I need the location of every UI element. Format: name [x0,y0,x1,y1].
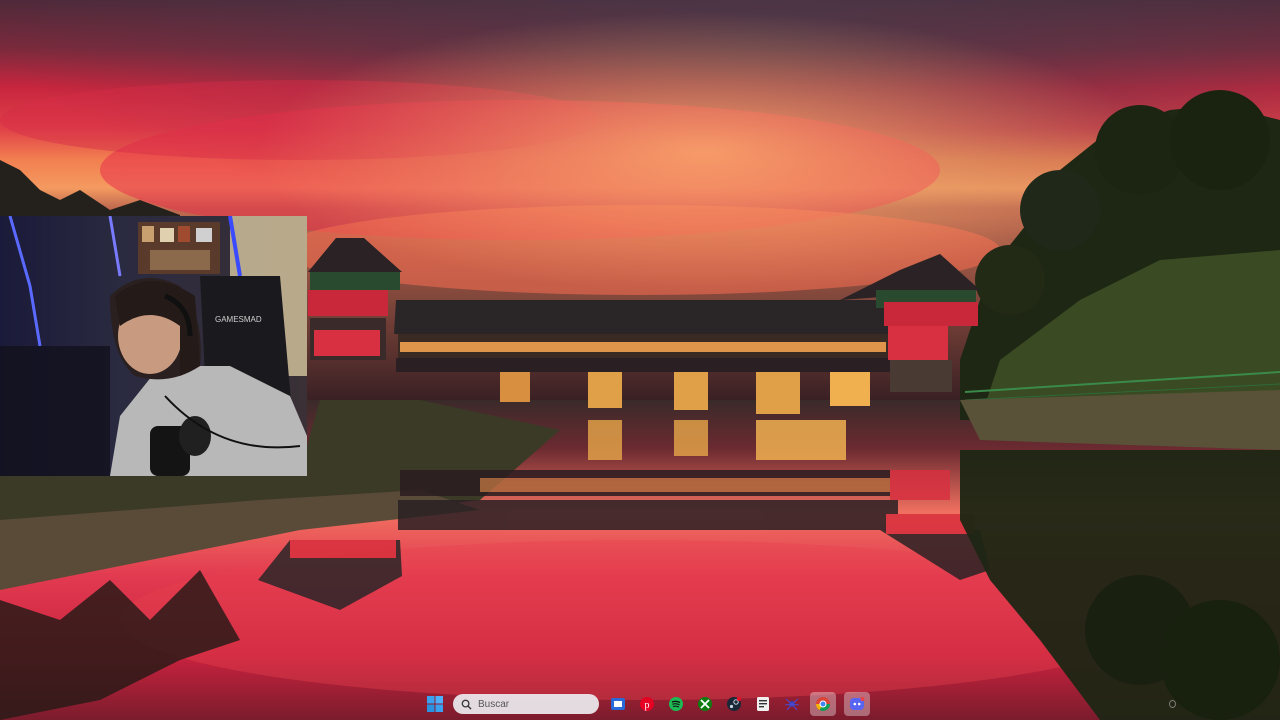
svg-text:GAMESMAD: GAMESMAD [215,315,262,324]
start-button[interactable] [424,694,445,715]
search-placeholder: Buscar [478,698,510,710]
taskbar-app-steam[interactable] [723,694,744,715]
search-input[interactable]: Buscar [453,694,599,714]
pinterest-icon: p [639,697,654,711]
xbox-icon [697,697,712,711]
file-explorer-icon [610,698,625,710]
webcam-overlay: GAMESMAD [0,216,307,476]
taskbar: Buscar p [0,688,1280,720]
taskbar-app-xbox[interactable] [694,694,715,715]
taskbar-app-chrome[interactable] [810,692,836,716]
taskbar-app-spider[interactable] [781,694,802,715]
windows-icon [426,696,443,712]
search-icon [461,699,472,710]
svg-text:p: p [644,700,649,711]
spotify-icon [668,697,683,711]
taskbar-app-pinterest[interactable]: p [636,694,657,715]
desktop: GAMESMAD Buscar p [0,0,1280,720]
taskbar-app-discord[interactable] [844,692,870,716]
notes-icon [756,697,769,711]
discord-icon [850,697,865,710]
steam-icon [726,697,741,711]
spider-icon [784,698,799,711]
chrome-icon [816,697,830,711]
taskbar-app-spotify[interactable] [665,694,686,715]
taskbar-app-notes[interactable] [752,694,773,715]
taskbar-apps: Buscar p [424,690,870,718]
taskbar-app-file-explorer[interactable] [607,694,628,715]
system-tray-indicator[interactable] [1169,700,1176,708]
